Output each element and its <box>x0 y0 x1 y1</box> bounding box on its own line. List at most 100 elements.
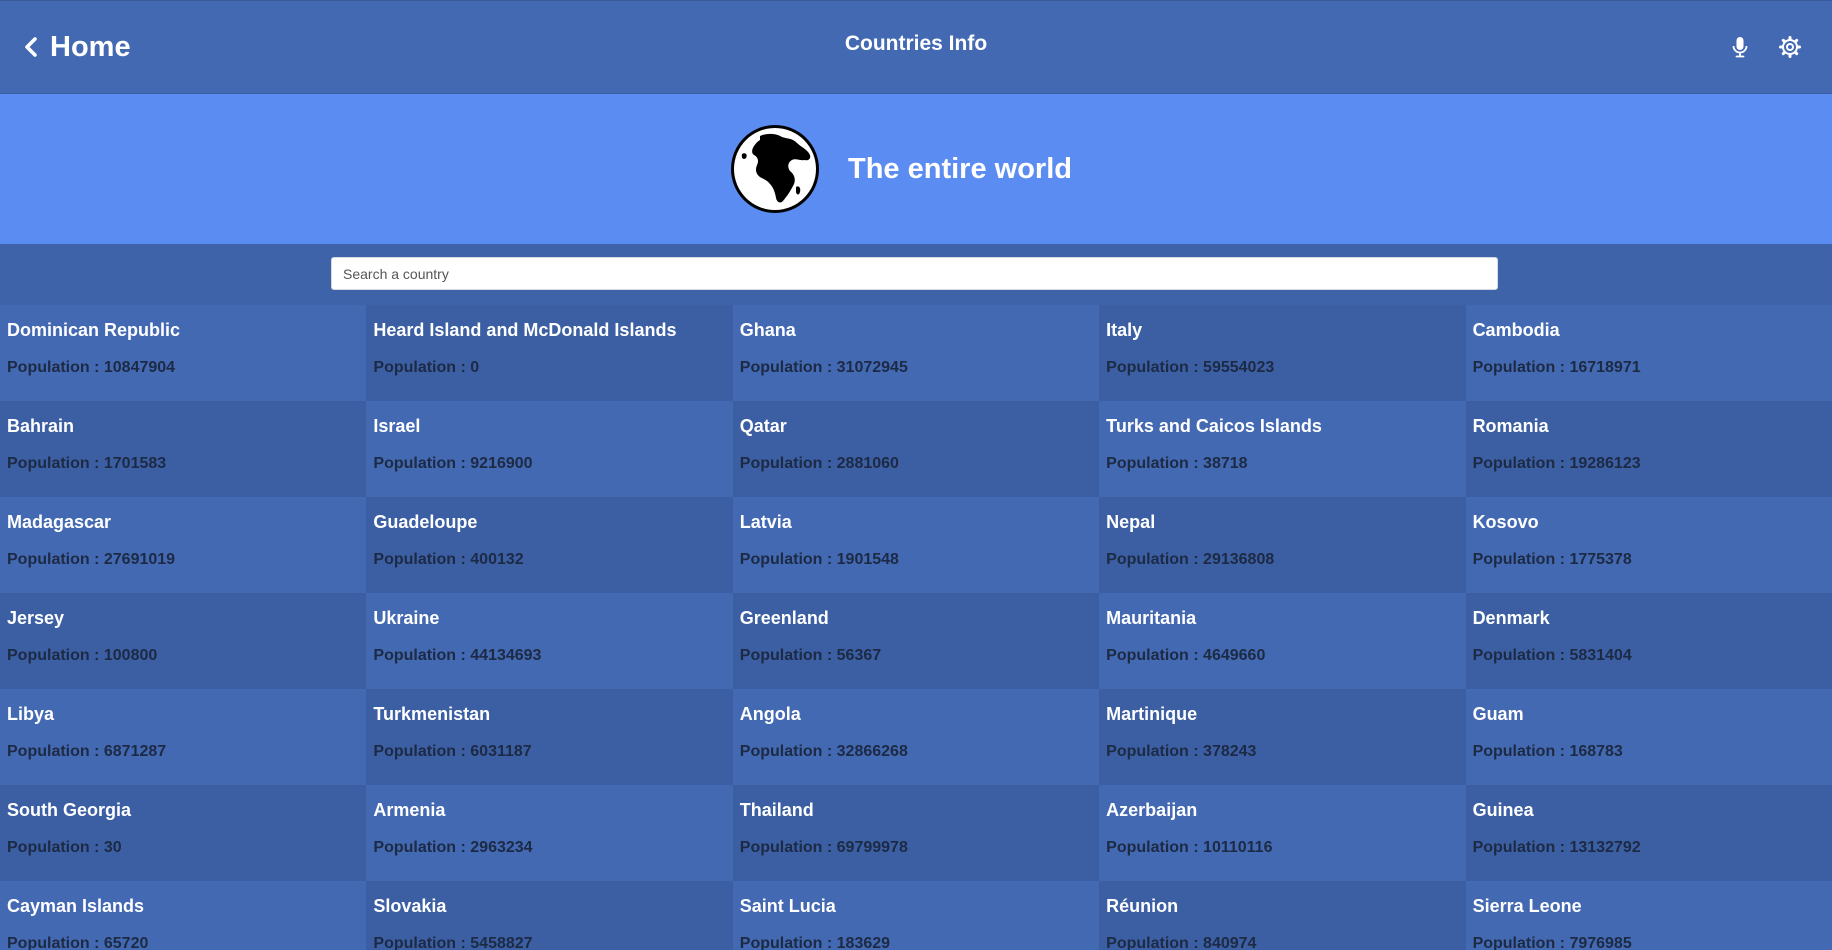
country-population: Population : 65720 <box>7 935 149 950</box>
country-population: Population : 1775378 <box>1472 551 1632 568</box>
country-card[interactable]: Cayman Islands Population : 65720 <box>0 881 367 950</box>
country-name: Madagascar <box>7 512 112 532</box>
country-population: Population : 378243 <box>1106 743 1257 760</box>
country-population: Population : 6871287 <box>7 743 167 760</box>
country-card[interactable]: Dominican Republic Population : 10847904 <box>0 305 367 401</box>
country-card[interactable]: Azerbaijan Population : 10110116 <box>1099 785 1466 881</box>
country-name: Romania <box>1472 416 1549 436</box>
country-card[interactable]: Bahrain Population : 1701583 <box>0 401 367 497</box>
page-title: Countries Info <box>844 32 988 55</box>
country-population: Population : 69799978 <box>739 839 908 856</box>
country-population: Population : 30 <box>7 839 122 856</box>
country-name: Bahrain <box>7 416 75 436</box>
top-app-bar: Home Countries Info <box>0 0 1832 94</box>
country-card[interactable]: Guinea Population : 13132792 <box>1465 785 1832 881</box>
microphone-icon[interactable] <box>1728 35 1752 59</box>
country-card[interactable]: Latvia Population : 1901548 <box>732 497 1100 593</box>
country-name: Qatar <box>739 416 787 436</box>
globe-icon <box>731 125 819 213</box>
country-population: Population : 6031187 <box>373 743 532 760</box>
country-name: Mauritania <box>1106 608 1197 628</box>
country-name: Azerbaijan <box>1106 800 1198 820</box>
country-card[interactable]: Jersey Population : 100800 <box>0 593 367 689</box>
country-card[interactable]: South Georgia Population : 30 <box>0 785 367 881</box>
country-population: Population : 29136808 <box>1106 551 1275 568</box>
country-population: Population : 10110116 <box>1106 839 1273 856</box>
country-card[interactable]: Ukraine Population : 44134693 <box>366 593 733 689</box>
country-name: Nepal <box>1106 512 1156 532</box>
toolbar-actions <box>1728 35 1802 59</box>
country-card[interactable]: Qatar Population : 2881060 <box>732 401 1100 497</box>
country-population: Population : 2881060 <box>739 455 899 472</box>
country-population: Population : 59554023 <box>1106 359 1275 376</box>
country-card[interactable]: Angola Population : 32866268 <box>732 689 1100 785</box>
country-population: Population : 13132792 <box>1472 839 1641 856</box>
country-name: Martinique <box>1106 704 1198 724</box>
country-name: Ghana <box>739 320 796 340</box>
country-card[interactable]: Denmark Population : 5831404 <box>1465 593 1832 689</box>
country-population: Population : 56367 <box>739 647 882 664</box>
country-name: Ukraine <box>373 608 440 628</box>
country-card[interactable]: Armenia Population : 2963234 <box>366 785 733 881</box>
country-card[interactable]: Martinique Population : 378243 <box>1099 689 1466 785</box>
country-card[interactable]: Greenland Population : 56367 <box>732 593 1100 689</box>
country-name: Saint Lucia <box>739 896 836 916</box>
country-name: Cayman Islands <box>7 896 145 916</box>
country-population: Population : 4649660 <box>1106 647 1266 664</box>
country-population: Population : 168783 <box>1472 743 1623 760</box>
country-name: Thailand <box>739 800 814 820</box>
country-name: South Georgia <box>7 800 132 820</box>
country-population: Population : 9216900 <box>373 455 533 472</box>
country-population: Population : 100800 <box>7 647 158 664</box>
country-search-input[interactable] <box>331 257 1498 290</box>
country-population: Population : 183629 <box>739 935 891 950</box>
country-card[interactable]: Libya Population : 6871287 <box>0 689 367 785</box>
country-card[interactable]: Romania Population : 19286123 <box>1465 401 1832 497</box>
country-name: Réunion <box>1106 896 1179 916</box>
country-population: Population : 840974 <box>1106 935 1257 950</box>
country-card[interactable]: Nepal Population : 29136808 <box>1099 497 1466 593</box>
country-name: Guam <box>1472 704 1524 724</box>
country-population: Population : 1701583 <box>7 455 167 472</box>
country-card[interactable]: Heard Island and McDonald Islands Populat… <box>366 305 733 401</box>
country-population: Population : 38718 <box>1106 455 1248 472</box>
country-population: Population : 32866268 <box>739 743 908 760</box>
app-window: Home Countries Info The entire world Sea… <box>0 0 1832 950</box>
country-card[interactable]: Slovakia Population : 5458827 <box>366 881 733 950</box>
country-card[interactable]: Guadeloupe Population : 400132 <box>366 497 733 593</box>
country-card[interactable]: Madagascar Population : 27691019 <box>0 497 367 593</box>
country-card[interactable]: Thailand Population : 69799978 <box>732 785 1100 881</box>
country-card[interactable]: Kosovo Population : 1775378 <box>1465 497 1832 593</box>
country-population: Population : 2963234 <box>373 839 533 856</box>
country-card[interactable]: Turkmenistan Population : 6031187 <box>366 689 733 785</box>
country-name: Turkmenistan <box>373 704 491 724</box>
country-name: Angola <box>739 704 801 724</box>
country-card[interactable]: Italy Population : 59554023 <box>1099 305 1466 401</box>
country-name: Italy <box>1106 320 1143 340</box>
country-population: Population : 5831404 <box>1472 647 1632 664</box>
country-card[interactable]: Cambodia Population : 16718971 <box>1465 305 1832 401</box>
country-name: Dominican Republic <box>7 320 181 340</box>
country-card[interactable]: Mauritania Population : 4649660 <box>1099 593 1466 689</box>
country-card[interactable]: Turks and Caicos Islands Population : 387… <box>1099 401 1466 497</box>
country-population: Population : 31072945 <box>739 359 908 376</box>
country-grid: Dominican Republic Population : 10847904 H… <box>0 305 1832 950</box>
country-card[interactable]: Réunion Population : 840974 <box>1099 881 1466 950</box>
country-name: Guadeloupe <box>373 512 478 532</box>
country-name: Sierra Leone <box>1472 896 1582 916</box>
country-name: Libya <box>7 704 55 724</box>
gear-icon[interactable] <box>1778 35 1802 59</box>
country-card[interactable]: Guam Population : 168783 <box>1465 689 1832 785</box>
country-card[interactable]: Sierra Leone Population : 7976985 <box>1465 881 1832 950</box>
country-name: Armenia <box>373 800 446 820</box>
country-population: Population : 19286123 <box>1472 455 1641 472</box>
country-population: Population : 0 <box>373 359 480 376</box>
country-name: Guinea <box>1472 800 1534 820</box>
country-card[interactable]: Saint Lucia Population : 183629 <box>732 881 1100 950</box>
country-name: Turks and Caicos Islands <box>1106 416 1322 436</box>
country-name: Heard Island and McDonald Islands <box>373 320 677 340</box>
country-card[interactable]: Ghana Population : 31072945 <box>732 305 1100 401</box>
country-card[interactable]: Israel Population : 9216900 <box>366 401 733 497</box>
country-population: Population : 7976985 <box>1472 935 1632 950</box>
country-name: Denmark <box>1472 608 1550 628</box>
